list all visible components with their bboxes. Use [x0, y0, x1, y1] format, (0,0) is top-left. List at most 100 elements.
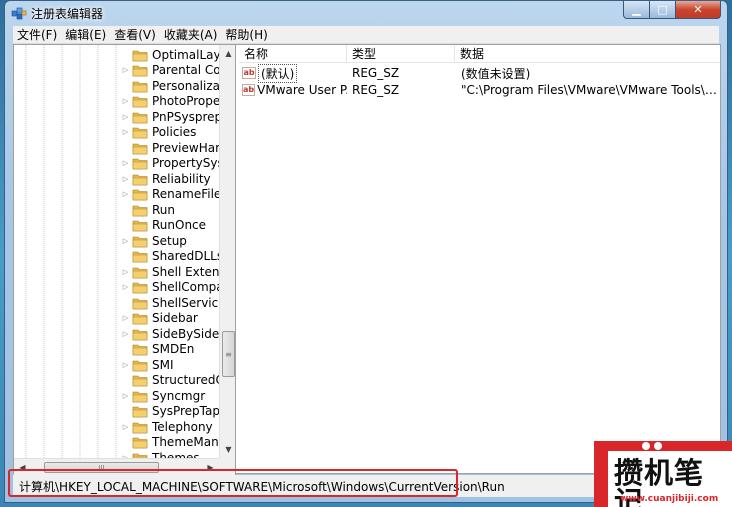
tree-item-parental-controls[interactable]: ▷ Parental Controls — [123, 63, 224, 79]
tree-item-setup[interactable]: ▷ Setup — [123, 233, 224, 249]
status-path-highlight-box — [8, 469, 458, 497]
tree-leaf-connector — [121, 143, 130, 152]
expand-arrow-icon[interactable]: ▷ — [121, 360, 130, 369]
tree-item-shellserviceobjectdelayload[interactable]: ShellServiceObjectDelayLoad — [132, 295, 224, 311]
expand-arrow-icon[interactable]: ▷ — [121, 97, 130, 106]
tree-item-label: SideBySide — [152, 326, 220, 341]
value-data: "C:\Program Files\VMware\VMware Tools\vm… — [461, 83, 717, 97]
folder-icon — [132, 65, 148, 77]
menu-favorites[interactable]: 收藏夹(A) — [164, 26, 218, 43]
folder-icon — [132, 174, 148, 186]
tree-vertical-scroll-thumb[interactable]: ≡ — [222, 331, 235, 377]
expand-arrow-icon[interactable]: ▷ — [121, 314, 130, 323]
minimize-icon: ▁ — [632, 3, 641, 16]
tree-item-policies[interactable]: ▷ Policies — [123, 125, 224, 141]
tree-item-sidebyside[interactable]: ▷ SideBySide — [123, 326, 224, 342]
scroll-up-icon[interactable]: ▲ — [220, 45, 235, 62]
list-item-vmware-user-process[interactable]: ab VMware User P... REG_SZ "C:\Program F… — [239, 81, 717, 99]
registry-editor-icon — [11, 7, 27, 20]
menu-view[interactable]: 查看(V) — [114, 26, 156, 43]
tree-leaf-connector — [121, 50, 130, 59]
close-button[interactable]: ✕ — [676, 1, 721, 19]
registry-editor-window: 注册表编辑器 ▁ □ ✕ 文件(F) 编辑(E) 查看(V) 收藏夹(A) 帮助… — [4, 0, 728, 503]
folder-icon — [132, 313, 148, 325]
tree-item-thememanager[interactable]: ThemeManager — [132, 435, 224, 451]
tree-vertical-scrollbar[interactable]: ▲ ≡ ▼ — [219, 45, 235, 458]
column-header-name[interactable]: 名称 — [239, 45, 347, 62]
value-type: REG_SZ — [352, 83, 400, 97]
list-header: 名称 类型 数据 — [239, 45, 720, 63]
column-header-data[interactable]: 数据 — [455, 45, 720, 62]
tree-item-label: SysPrepTapi — [152, 404, 224, 419]
tree-item-smden[interactable]: SMDEn — [132, 342, 224, 358]
minimize-button[interactable]: ▁ — [623, 1, 650, 19]
maximize-button[interactable]: □ — [650, 1, 676, 19]
tree-item-smi[interactable]: ▷ SMI — [123, 357, 224, 373]
list-item-default[interactable]: ab (默认) REG_SZ (数值未设置) — [239, 63, 717, 83]
tree-item-syspreptapi[interactable]: SysPrepTapi — [132, 404, 224, 420]
tree-item-sidebar[interactable]: ▷ Sidebar — [123, 311, 224, 327]
scroll-down-icon[interactable]: ▼ — [220, 441, 235, 458]
folder-icon — [132, 251, 148, 263]
folder-icon — [132, 267, 148, 279]
tree-item-label: Reliability — [152, 171, 211, 186]
tree-item-pnpsysprep[interactable]: ▷ PnPSysprep — [123, 109, 224, 125]
tree-item-label: ThemeManager — [152, 435, 224, 450]
tree-item-telephony[interactable]: ▷ Telephony — [123, 419, 224, 435]
folder-icon — [132, 391, 148, 403]
column-header-type[interactable]: 类型 — [347, 45, 455, 62]
tree-pane: OptimalLayout ▷ Parental ControlsPersonali… — [14, 45, 236, 475]
folder-icon — [132, 282, 148, 294]
title-bar[interactable]: 注册表编辑器 ▁ □ ✕ — [5, 1, 727, 25]
tree-item-label: SharedDLLs — [152, 249, 224, 264]
tree-item-run[interactable]: Run — [132, 202, 224, 218]
tree-item-label: SMI — [152, 357, 174, 372]
tree-item-syncmgr[interactable]: ▷ Syncmgr — [123, 388, 224, 404]
tree-item-label: Policies — [152, 125, 197, 140]
folder-icon — [132, 205, 148, 217]
tree-item-optimallayout[interactable]: OptimalLayout — [132, 47, 224, 63]
tree-item-shareddlls[interactable]: SharedDLLs — [132, 249, 224, 265]
folder-icon — [132, 220, 148, 232]
folder-icon — [132, 236, 148, 248]
tree-item-personalization[interactable]: Personalization — [132, 78, 224, 94]
expand-arrow-icon[interactable]: ▷ — [121, 329, 130, 338]
tree-item-reliability[interactable]: ▷ Reliability — [123, 171, 224, 187]
menu-edit[interactable]: 编辑(E) — [65, 26, 106, 43]
expand-arrow-icon[interactable]: ▷ — [121, 267, 130, 276]
tree-item-shell-extensions[interactable]: ▷ Shell Extensions — [123, 264, 224, 280]
tree-item-renamefiles[interactable]: ▷ RenameFiles — [123, 187, 224, 203]
expand-arrow-icon[interactable]: ▷ — [121, 159, 130, 168]
expand-arrow-icon[interactable]: ▷ — [121, 174, 130, 183]
value-type: REG_SZ — [352, 66, 400, 80]
tree-leaf-connector — [121, 438, 130, 447]
expand-arrow-icon[interactable]: ▷ — [121, 66, 130, 75]
expand-arrow-icon[interactable]: ▷ — [121, 190, 130, 199]
tree-leaf-connector — [121, 298, 130, 307]
expand-arrow-icon[interactable]: ▷ — [121, 112, 130, 121]
tree-item-label: Setup — [152, 233, 187, 248]
close-icon: ✕ — [693, 3, 703, 16]
folder-icon — [132, 360, 148, 372]
tree-item-shellcompatibility[interactable]: ▷ ShellCompatibility — [123, 280, 224, 296]
menu-help[interactable]: 帮助(H) — [225, 26, 267, 43]
folder-icon — [132, 344, 148, 356]
tree-item-previewhandlers[interactable]: PreviewHandlers — [132, 140, 224, 156]
folder-icon — [132, 127, 148, 139]
watermark-logo: 攒机笔记 www.cuanjibiji.com — [594, 441, 732, 507]
expand-arrow-icon[interactable]: ▷ — [121, 283, 130, 292]
expand-arrow-icon[interactable]: ▷ — [121, 128, 130, 137]
tree-item-photopropertyhandler[interactable]: ▷ PhotoPropertyHandler — [123, 94, 224, 110]
expand-arrow-icon[interactable]: ▷ — [121, 236, 130, 245]
folder-icon — [132, 375, 148, 387]
tree-item-structuredquery[interactable]: StructuredQuery — [132, 373, 224, 389]
tree-leaf-connector — [121, 376, 130, 385]
tree-item-runonce[interactable]: RunOnce — [132, 218, 224, 234]
expand-arrow-icon[interactable]: ▷ — [121, 391, 130, 400]
tree-item-label: Syncmgr — [152, 388, 206, 403]
expand-arrow-icon[interactable]: ▷ — [121, 422, 130, 431]
tree-item-propertysystem[interactable]: ▷ PropertySystem — [123, 156, 224, 172]
string-value-icon: ab — [242, 67, 256, 79]
menu-file[interactable]: 文件(F) — [17, 26, 57, 43]
tree-leaf-connector — [121, 221, 130, 230]
